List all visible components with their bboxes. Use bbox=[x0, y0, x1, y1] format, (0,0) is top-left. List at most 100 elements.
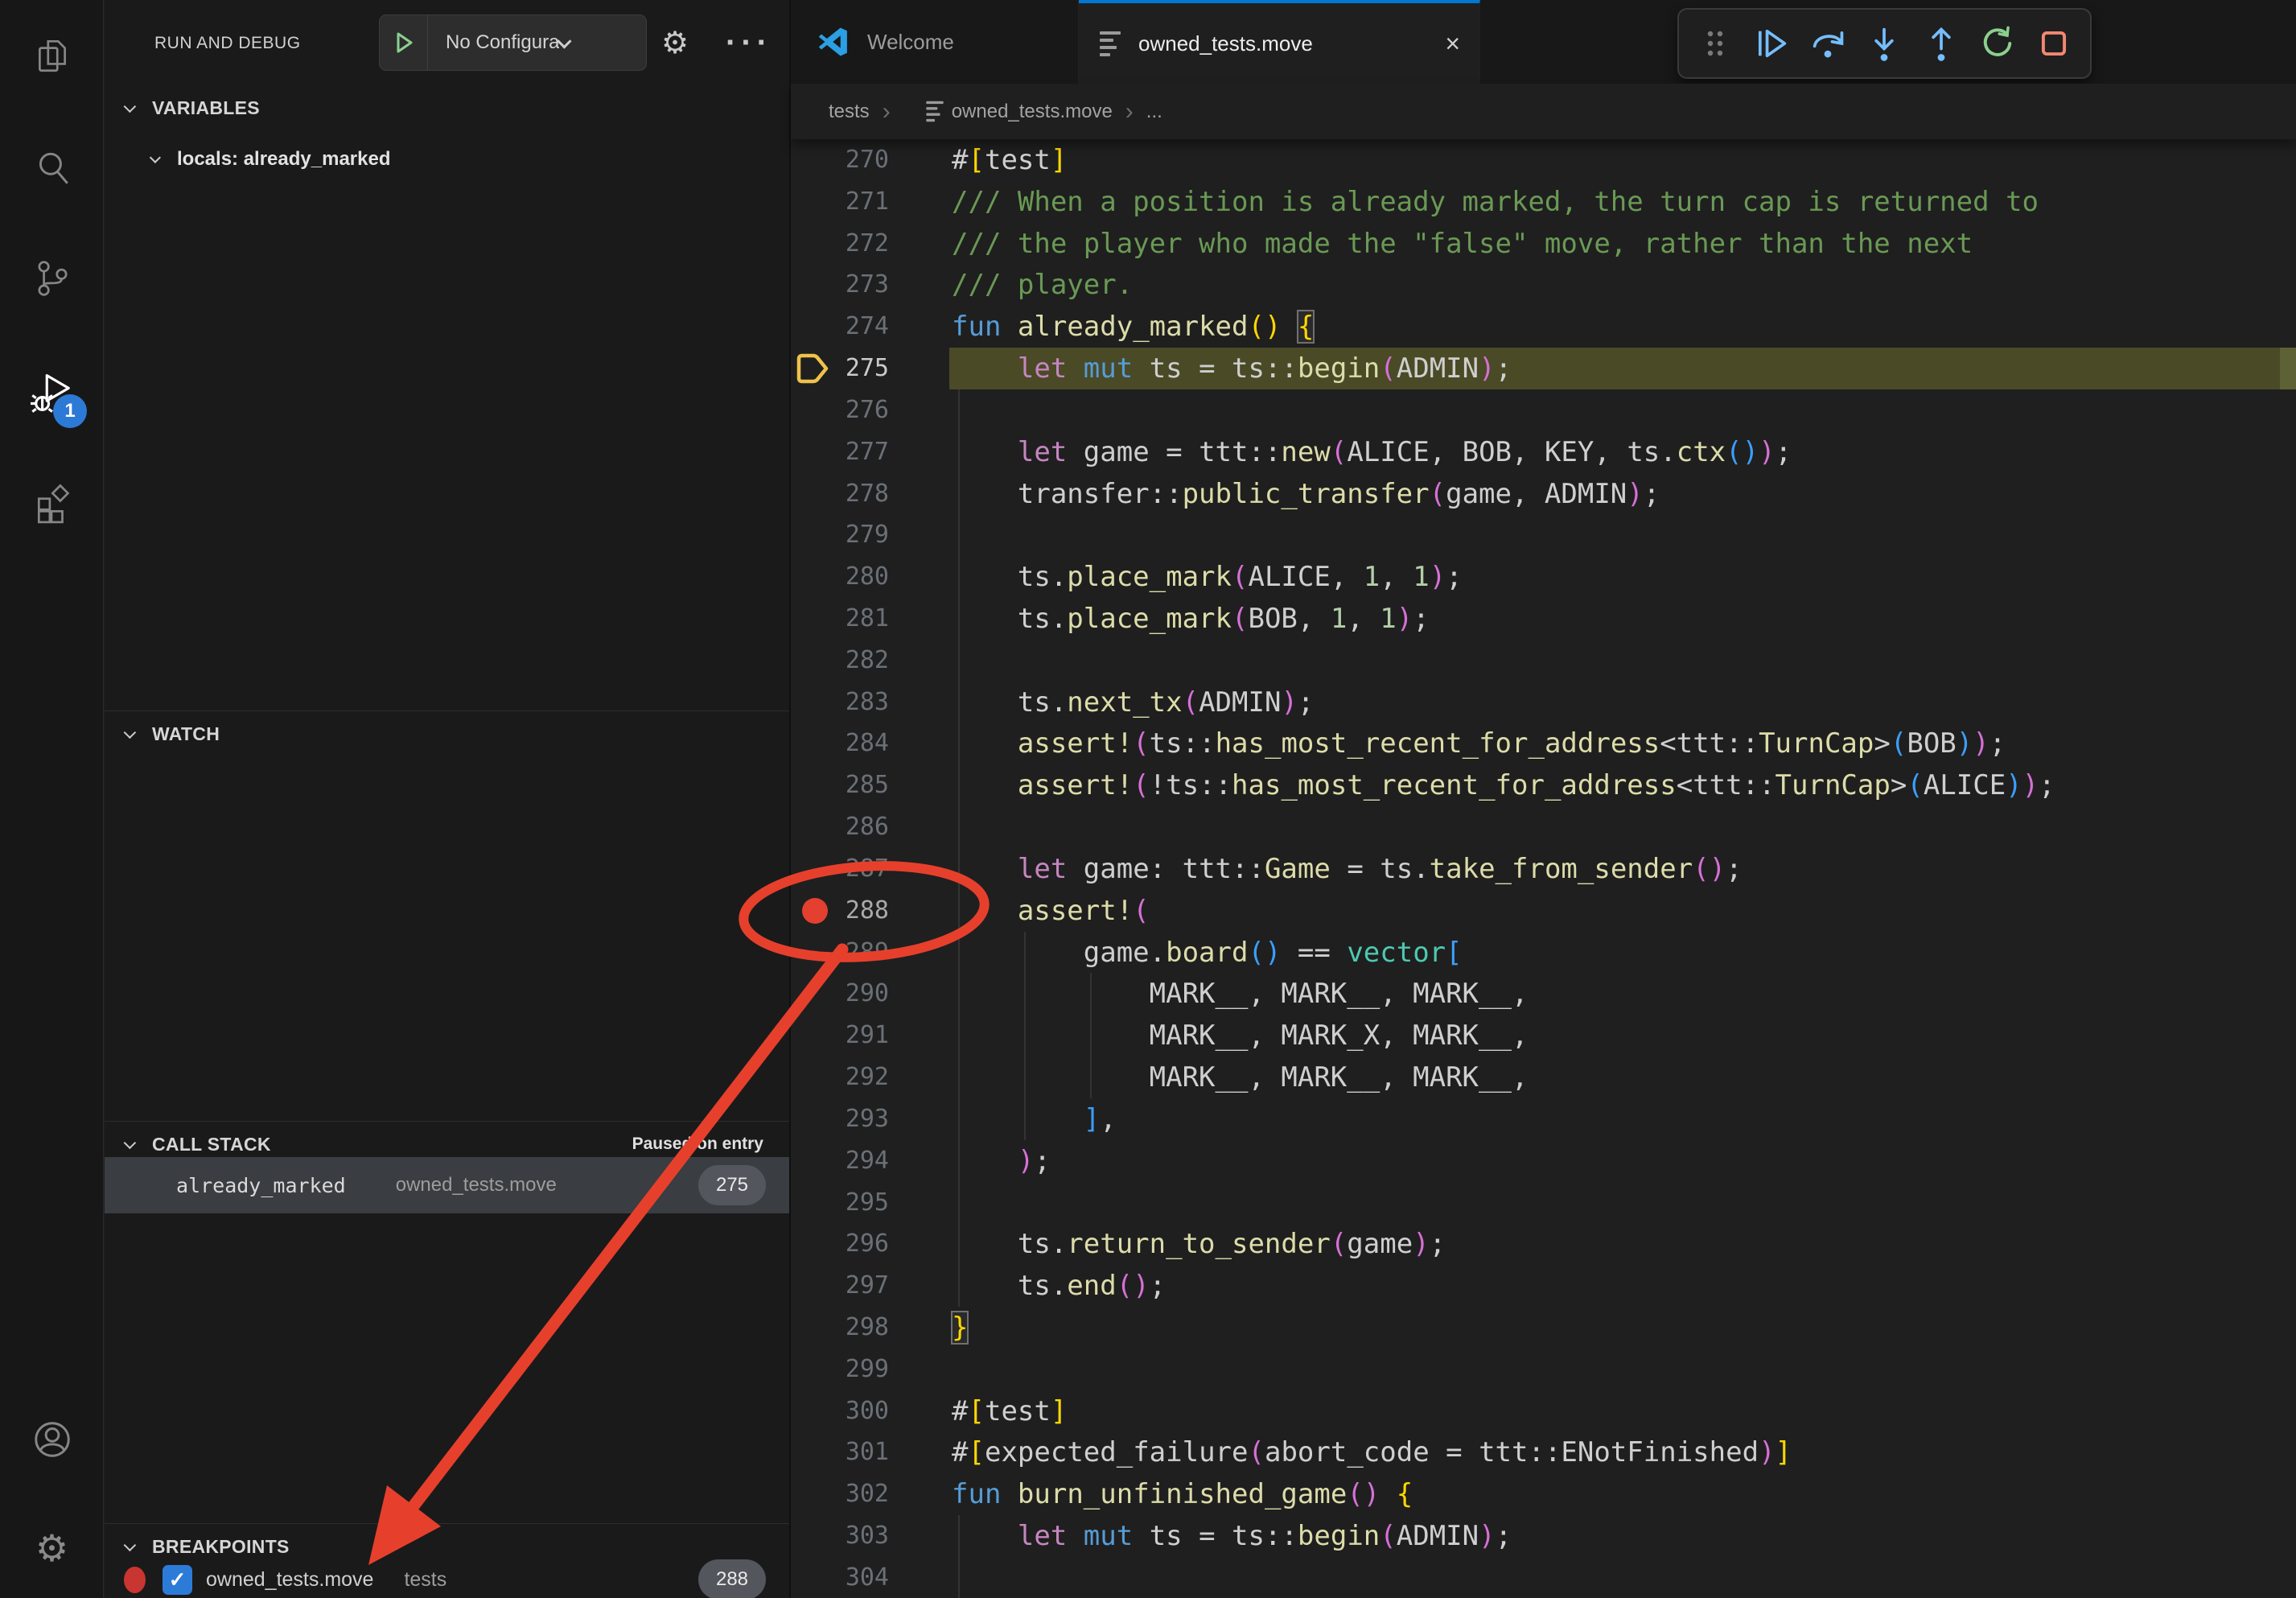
code-line[interactable]: let game = ttt::new(ALICE, BOB, KEY, ts.… bbox=[952, 431, 2296, 473]
breakpoint-checkbox[interactable]: ✓ bbox=[163, 1565, 192, 1595]
code-line[interactable]: MARK__, MARK__, MARK__, bbox=[952, 1056, 2296, 1098]
line-number[interactable]: 302 bbox=[791, 1473, 889, 1515]
line-number[interactable]: 270 bbox=[791, 139, 889, 181]
code-line[interactable] bbox=[952, 514, 2296, 556]
code-line[interactable]: game.board() == vector[ bbox=[952, 932, 2296, 974]
code-line[interactable]: ts.place_mark(BOB, 1, 1); bbox=[952, 598, 2296, 640]
code-line[interactable]: #[test] bbox=[952, 1390, 2296, 1432]
line-number[interactable]: 289 bbox=[791, 932, 889, 974]
restart-icon[interactable] bbox=[1976, 22, 2019, 65]
call-stack-frame-row[interactable]: already_marked owned_tests.move 275 bbox=[105, 1157, 789, 1213]
line-number[interactable]: 276 bbox=[791, 389, 889, 431]
variables-scope-row[interactable]: locals: already_marked bbox=[105, 134, 789, 184]
breakpoint-row[interactable]: ✓ owned_tests.move tests 288 bbox=[105, 1555, 789, 1598]
code-line[interactable]: /// player. bbox=[952, 264, 2296, 306]
breadcrumb-item-symbol[interactable]: ... bbox=[1146, 101, 1162, 123]
line-number[interactable]: 304 bbox=[791, 1557, 889, 1598]
stop-icon[interactable] bbox=[2032, 22, 2076, 65]
code-line[interactable]: assert!( bbox=[952, 890, 2296, 932]
breakpoint-dot-icon[interactable] bbox=[802, 898, 828, 924]
code-line[interactable]: ], bbox=[952, 1098, 2296, 1140]
line-number[interactable]: 282 bbox=[791, 640, 889, 682]
code-line[interactable]: fun already_marked() { bbox=[952, 306, 2296, 348]
line-number[interactable]: 284 bbox=[791, 723, 889, 764]
code-line[interactable]: /// When a position is already marked, t… bbox=[952, 181, 2296, 223]
continue-icon[interactable] bbox=[1750, 22, 1793, 65]
source-control-icon[interactable] bbox=[0, 238, 104, 319]
line-number[interactable]: 300 bbox=[791, 1390, 889, 1432]
line-number[interactable]: 287 bbox=[791, 848, 889, 890]
explorer-icon[interactable] bbox=[0, 15, 104, 96]
breadcrumb-item-tests[interactable]: tests bbox=[829, 101, 870, 123]
tab-welcome[interactable]: Welcome bbox=[795, 0, 1079, 84]
line-number[interactable]: 274 bbox=[791, 306, 889, 348]
line-number[interactable]: 291 bbox=[791, 1015, 889, 1056]
code-line[interactable]: let mut ts = ts::begin(ADMIN); bbox=[952, 348, 2296, 389]
code-line[interactable]: } bbox=[952, 1307, 2296, 1349]
line-number[interactable]: 271 bbox=[791, 181, 889, 223]
line-number[interactable]: 298 bbox=[791, 1307, 889, 1349]
line-number[interactable]: 297 bbox=[791, 1265, 889, 1307]
watch-section-header[interactable]: WATCH bbox=[105, 711, 789, 756]
code-line[interactable]: fun burn_unfinished_game() { bbox=[952, 1473, 2296, 1515]
run-and-debug-icon[interactable] bbox=[0, 352, 104, 433]
line-number[interactable]: 292 bbox=[791, 1056, 889, 1098]
code-line[interactable]: assert!(ts::has_most_recent_for_address<… bbox=[952, 723, 2296, 764]
settings-gear-icon[interactable]: ⚙ bbox=[0, 1508, 104, 1588]
code-line[interactable]: /// the player who made the "false" move… bbox=[952, 223, 2296, 265]
debug-settings-gear-icon[interactable]: ⚙ bbox=[661, 0, 689, 86]
line-number[interactable]: 285 bbox=[791, 764, 889, 806]
line-number[interactable]: 281 bbox=[791, 598, 889, 640]
code-line[interactable]: MARK__, MARK__, MARK__, bbox=[952, 973, 2296, 1015]
code-content[interactable]: #[test]/// When a position is already ma… bbox=[952, 139, 2296, 1598]
code-line[interactable]: #[expected_failure(abort_code = ttt::ENo… bbox=[952, 1431, 2296, 1473]
code-line[interactable]: #[test] bbox=[952, 139, 2296, 181]
line-number[interactable]: 283 bbox=[791, 682, 889, 723]
line-number[interactable]: 290 bbox=[791, 973, 889, 1015]
line-number[interactable]: 273 bbox=[791, 264, 889, 306]
line-number[interactable]: 286 bbox=[791, 806, 889, 848]
toolbar-drag-grip[interactable] bbox=[1693, 22, 1737, 65]
code-line[interactable]: ts.place_mark(ALICE, 1, 1); bbox=[952, 556, 2296, 598]
code-line[interactable] bbox=[952, 1182, 2296, 1224]
tab-owned-tests[interactable]: owned_tests.move × bbox=[1079, 0, 1480, 84]
code-line[interactable] bbox=[952, 1349, 2296, 1390]
code-editor[interactable]: 2702712722732742752762772782792802812822… bbox=[791, 139, 2296, 1598]
line-number[interactable]: 280 bbox=[791, 556, 889, 598]
line-number[interactable]: 272 bbox=[791, 223, 889, 265]
close-icon[interactable]: × bbox=[1445, 29, 1460, 59]
step-over-icon[interactable] bbox=[1806, 22, 1850, 65]
variables-section-header[interactable]: VARIABLES bbox=[105, 85, 789, 130]
line-number[interactable]: 277 bbox=[791, 431, 889, 473]
search-icon[interactable] bbox=[0, 128, 104, 208]
code-line[interactable] bbox=[952, 806, 2296, 848]
accounts-icon[interactable] bbox=[0, 1399, 104, 1480]
line-number[interactable]: 301 bbox=[791, 1431, 889, 1473]
line-number[interactable]: 295 bbox=[791, 1182, 889, 1224]
breadcrumb-item-file[interactable]: owned_tests.move bbox=[952, 101, 1113, 123]
code-line[interactable]: let game: ttt::Game = ts.take_from_sende… bbox=[952, 848, 2296, 890]
code-line[interactable]: MARK__, MARK_X, MARK__, bbox=[952, 1015, 2296, 1056]
code-line[interactable] bbox=[952, 1557, 2296, 1598]
code-line[interactable]: ts.next_tx(ADMIN); bbox=[952, 682, 2296, 723]
code-line[interactable]: let mut ts = ts::begin(ADMIN); bbox=[952, 1515, 2296, 1557]
line-number[interactable]: 299 bbox=[791, 1349, 889, 1390]
code-line[interactable]: ); bbox=[952, 1140, 2296, 1182]
step-into-icon[interactable] bbox=[1862, 22, 1906, 65]
code-line[interactable]: ts.return_to_sender(game); bbox=[952, 1223, 2296, 1265]
code-line[interactable] bbox=[952, 640, 2296, 682]
launch-configuration-dropdown[interactable]: No Configura bbox=[379, 14, 647, 71]
line-number[interactable]: 279 bbox=[791, 514, 889, 556]
more-actions-icon[interactable]: ··· bbox=[726, 0, 772, 86]
line-number[interactable]: 296 bbox=[791, 1223, 889, 1265]
step-out-icon[interactable] bbox=[1920, 22, 1963, 65]
extensions-icon[interactable] bbox=[0, 463, 104, 544]
line-number[interactable]: 293 bbox=[791, 1098, 889, 1140]
line-number[interactable]: 278 bbox=[791, 473, 889, 515]
code-line[interactable]: transfer::public_transfer(game, ADMIN); bbox=[952, 473, 2296, 515]
code-line[interactable]: ts.end(); bbox=[952, 1265, 2296, 1307]
line-number[interactable]: 294 bbox=[791, 1140, 889, 1182]
code-line[interactable]: assert!(!ts::has_most_recent_for_address… bbox=[952, 764, 2296, 806]
start-debugging-button[interactable] bbox=[380, 15, 428, 70]
line-number[interactable]: 303 bbox=[791, 1515, 889, 1557]
